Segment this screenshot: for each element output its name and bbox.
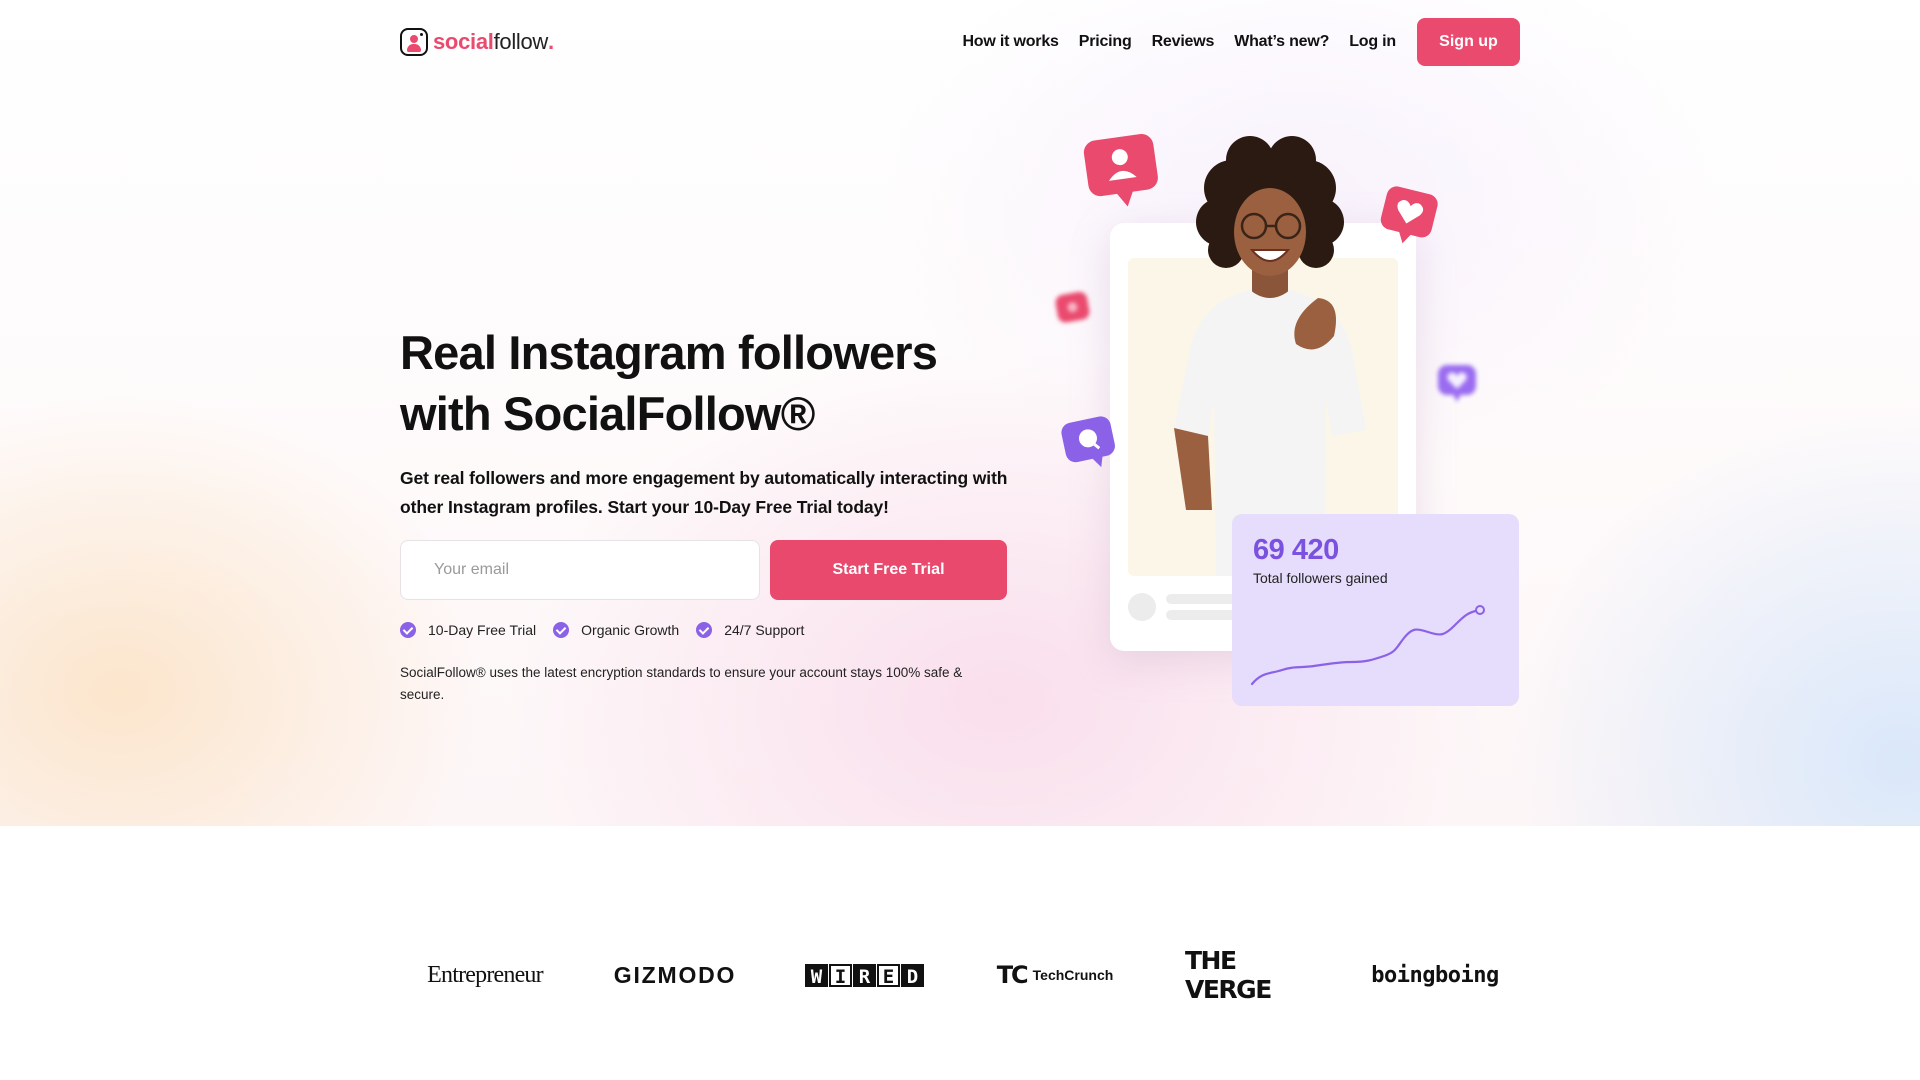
wired-letter: E	[877, 963, 900, 988]
feature-label: 10-Day Free Trial	[428, 622, 537, 638]
feature-label: Organic Growth	[581, 622, 680, 638]
check-icon	[553, 622, 570, 638]
brand-logo[interactable]: socialfollow.	[400, 27, 554, 57]
feature-label: 24/7 Support	[724, 622, 805, 638]
blurred-heart-bubble-icon	[1438, 365, 1476, 402]
hero-headline: Real Instagram followers with SocialFoll…	[400, 322, 1020, 444]
logo-icon	[400, 28, 428, 56]
logo-text-social: social	[433, 29, 494, 54]
smiling-woman-image	[1174, 136, 1366, 576]
wired-letter: W	[805, 963, 828, 988]
comment-bubble-icon	[1061, 416, 1115, 468]
signup-button[interactable]: Sign up	[1417, 18, 1520, 66]
wired-letter: D	[901, 963, 924, 988]
heart-bubble-icon	[1380, 186, 1438, 244]
start-free-trial-button[interactable]: Start Free Trial	[770, 540, 1007, 600]
security-note: SocialFollow® uses the latest encryption…	[400, 665, 963, 702]
gizmodo-logo: GIZMODO	[613, 961, 737, 988]
growth-line-graph	[1250, 605, 1485, 686]
entrepreneur-logo: Entrepreneur	[427, 961, 543, 988]
nav-link-how-it-works[interactable]: How it works	[962, 33, 1058, 51]
boingboing-logo: boingboing	[1371, 962, 1499, 988]
post-text-placeholder	[1166, 594, 1236, 604]
post-text-placeholder	[1166, 610, 1236, 620]
wired-letter: I	[829, 963, 852, 988]
logo-text-period: .	[548, 29, 554, 54]
techcrunch-text: TechCrunch	[1032, 967, 1114, 983]
headline-line-1: Real Instagram followers	[400, 326, 938, 379]
feature-item: 24/7 Support	[696, 622, 804, 638]
wired-letter: R	[853, 963, 876, 988]
logo-wordmark: socialfollow.	[433, 29, 554, 55]
nav-link-login[interactable]: Log in	[1349, 33, 1396, 51]
headline-line-2: with SocialFollow®	[400, 387, 815, 440]
nav-link-whats-new[interactable]: What’s new?	[1234, 33, 1329, 51]
techcrunch-mark: TC	[996, 961, 1029, 989]
the-verge-logo: THE VERGE	[1185, 946, 1272, 1004]
press-logos: Entrepreneur GIZMODO W I R E D TC TechCr…	[400, 946, 1520, 1004]
followers-count: 69 420	[1253, 534, 1339, 566]
hero-subheadline: Get real followers and more engagement b…	[400, 468, 1008, 517]
blurred-bubble-icon	[1055, 291, 1090, 323]
nav-menu: How it works Pricing Reviews What’s new?…	[962, 18, 1520, 66]
nav-link-reviews[interactable]: Reviews	[1152, 33, 1215, 51]
top-nav: socialfollow. How it works Pricing Revie…	[400, 18, 1520, 66]
follower-bubble-icon	[1083, 134, 1158, 207]
check-icon	[400, 622, 416, 638]
followers-label: Total followers gained	[1253, 570, 1388, 586]
check-icon	[696, 622, 713, 638]
logo-text-follow: follow	[493, 29, 549, 54]
feature-list: 10-Day Free Trial Organic Growth 24/7 Su…	[400, 622, 821, 638]
feature-item: 10-Day Free Trial	[400, 622, 536, 638]
followers-stats-card: 69 420 Total followers gained	[1232, 514, 1519, 706]
techcrunch-logo: TC TechCrunch	[995, 955, 1115, 995]
email-input[interactable]	[400, 540, 760, 600]
wired-logo: W I R E D	[805, 955, 925, 995]
post-avatar-placeholder	[1128, 593, 1156, 621]
feature-item: Organic Growth	[553, 622, 679, 638]
nav-link-pricing[interactable]: Pricing	[1079, 33, 1132, 51]
